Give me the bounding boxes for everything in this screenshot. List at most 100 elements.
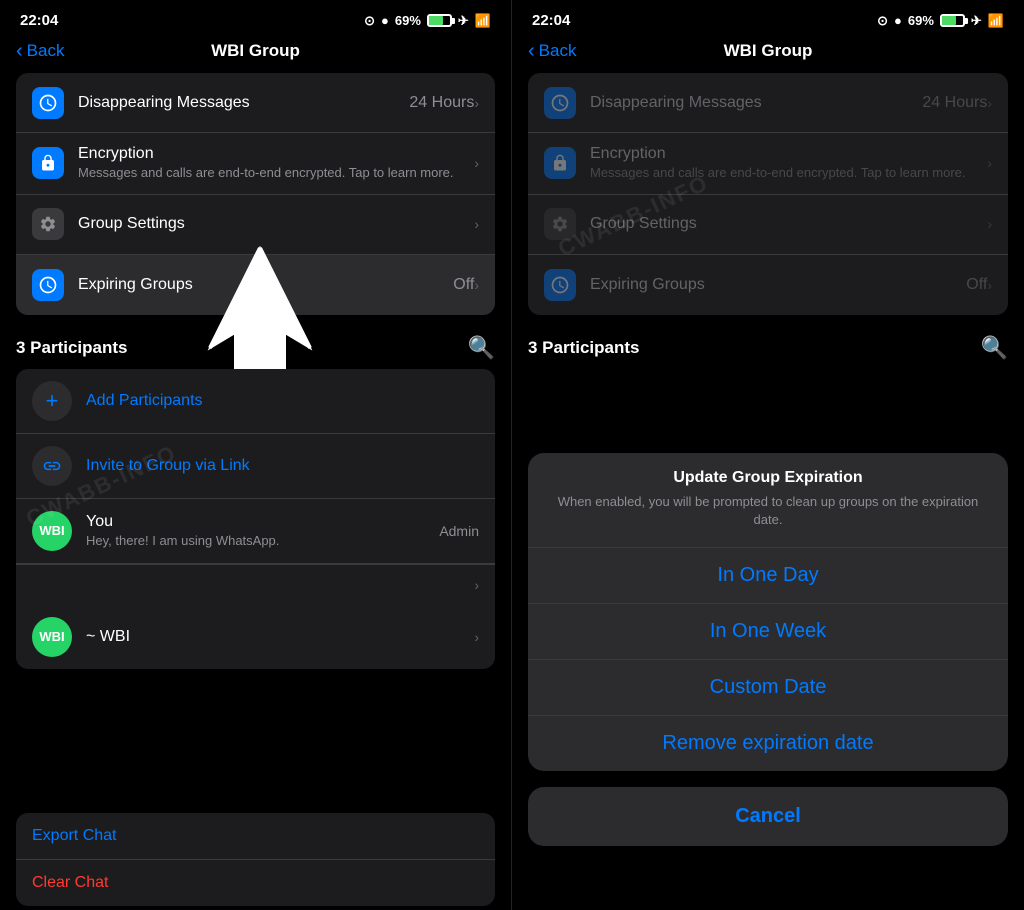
back-label-left: Back [27,41,65,61]
encryption-subtitle: Messages and calls are end-to-end encryp… [78,165,474,182]
right-disappearing-row: Disappearing Messages 24 Hours › [528,73,1008,133]
back-chevron-left: ‹ [16,41,23,61]
export-chat-row[interactable]: Export Chat [16,813,495,860]
modal-title: Update Group Expiration [544,469,992,487]
wifi-icon-right: 📶 [988,13,1004,29]
participant-you-row[interactable]: WBI You Hey, there! I am using WhatsApp.… [16,499,495,564]
expiring-groups-content: Expiring Groups [78,276,445,294]
right-expiring-icon [544,269,576,301]
search-button-right[interactable]: 🔍 [981,335,1008,361]
right-encryption-content: Encryption Messages and calls are end-to… [590,145,987,182]
disappearing-chevron: › [474,95,479,111]
back-button-left[interactable]: ‹ Back [16,41,64,61]
participant-you-info: You Hey, there! I am using WhatsApp. [86,513,431,548]
right-disappearing-value: 24 Hours [922,94,987,112]
clear-chat-row[interactable]: Clear Chat [16,860,495,906]
status-icons-left: ⊙ ● 69% ✈ 📶 [364,13,491,29]
settings-block-right: Disappearing Messages 24 Hours › Encrypt… [528,73,1008,315]
header-title-right: WBI Group [724,41,813,61]
expiration-modal: Update Group Expiration When enabled, yo… [528,453,1008,771]
add-participants-label: Add Participants [86,392,203,410]
expiring-value: Off [453,276,474,294]
header-right: ‹ Back WBI Group [512,37,1024,73]
right-encryption-row: Encryption Messages and calls are end-to… [528,133,1008,195]
disappearing-messages-title: Disappearing Messages [78,94,401,112]
time-left: 22:04 [20,12,58,29]
circle-icon-right: ⊙ [877,13,888,29]
cancel-button[interactable]: Cancel [528,787,1008,846]
cancel-card: Cancel [528,787,1008,846]
battery-icon-left [427,14,452,27]
settings-block-left: Disappearing Messages 24 Hours › Encrypt… [16,73,495,315]
right-encryption-subtitle: Messages and calls are end-to-end encryp… [590,165,987,182]
invite-via-link-row[interactable]: Invite to Group via Link [16,434,495,499]
participant-wbi-info: ~ WBI [86,628,474,646]
right-group-settings-content: Group Settings [590,215,987,233]
modal-header: Update Group Expiration When enabled, yo… [528,453,1008,548]
disappearing-icon [32,87,64,119]
disappearing-messages-content: Disappearing Messages [78,94,401,112]
signal-icon: ● [381,13,389,28]
group-settings-icon [32,208,64,240]
header-left: ‹ Back WBI Group [0,37,511,73]
disappearing-messages-row[interactable]: Disappearing Messages 24 Hours › [16,73,495,133]
more-participants-row[interactable]: › [16,564,495,605]
expiring-icon [32,269,64,301]
option-remove-expiration[interactable]: Remove expiration date [528,716,1008,771]
participants-title-left: 3 Participants [16,338,128,358]
group-settings-content: Group Settings [78,215,474,233]
right-disappearing-content: Disappearing Messages [590,94,914,112]
left-content: Disappearing Messages 24 Hours › Encrypt… [0,73,511,910]
time-right: 22:04 [532,12,570,29]
export-chat-label: Export Chat [32,827,116,844]
option-custom-date[interactable]: Custom Date [528,660,1008,716]
right-group-settings-title: Group Settings [590,215,987,233]
add-participants-icon: + [32,381,72,421]
status-bar-right: 22:04 ⊙ ● 69% ✈ 📶 [512,0,1024,37]
add-participants-row[interactable]: + Add Participants [16,369,495,434]
participant-you-name: You [86,513,431,531]
right-group-settings-row: Group Settings › [528,195,1008,255]
wbi-chevron: › [474,629,479,645]
encryption-row[interactable]: Encryption Messages and calls are end-to… [16,133,495,195]
right-disappearing-title: Disappearing Messages [590,94,914,112]
right-expiring-chevron: › [987,277,992,293]
participants-list-left: + Add Participants Invite to Group via L… [16,369,495,669]
back-chevron-right: ‹ [528,41,535,61]
right-disappearing-chevron: › [987,95,992,111]
group-settings-chevron: › [474,216,479,232]
participant-wbi-row[interactable]: WBI ~ WBI › [16,605,495,669]
right-panel: 22:04 ⊙ ● 69% ✈ 📶 ‹ Back WBI Group [512,0,1024,910]
right-expiring-row: Expiring Groups Off › [528,255,1008,315]
participant-wbi-name: ~ WBI [86,628,474,646]
right-expiring-value: Off [966,276,987,294]
option-one-week[interactable]: In One Week [528,604,1008,660]
expiring-chevron: › [474,277,479,293]
group-settings-title: Group Settings [78,215,474,233]
link-icon [32,446,72,486]
participants-section-right: 3 Participants 🔍 [512,323,1024,369]
battery-percent-left: 69% [395,13,421,28]
encryption-content: Encryption Messages and calls are end-to… [78,145,474,182]
back-label-right: Back [539,41,577,61]
option-one-day[interactable]: In One Day [528,548,1008,604]
right-disappearing-icon [544,87,576,119]
status-bar-left: 22:04 ⊙ ● 69% ✈ 📶 [0,0,511,37]
expiring-groups-title: Expiring Groups [78,276,445,294]
modal-subtitle: When enabled, you will be prompted to cl… [544,493,992,529]
invite-via-link-label: Invite to Group via Link [86,457,250,475]
header-title-left: WBI Group [211,41,300,61]
right-encryption-icon [544,147,576,179]
search-button-left[interactable]: 🔍 [468,335,495,361]
signal-icon-right: ● [894,13,902,28]
bottom-actions-left: Export Chat Clear Chat [16,813,495,906]
battery-percent-right: 69% [908,13,934,28]
encryption-icon [32,147,64,179]
back-button-right[interactable]: ‹ Back [528,41,576,61]
modal-overlay: Update Group Expiration When enabled, yo… [512,453,1024,910]
expiring-groups-row[interactable]: Expiring Groups Off › [16,255,495,315]
group-settings-row[interactable]: Group Settings › [16,195,495,255]
disappearing-value: 24 Hours [409,94,474,112]
clear-chat-label: Clear Chat [32,874,108,891]
airplane-icon: ✈ [458,13,469,29]
